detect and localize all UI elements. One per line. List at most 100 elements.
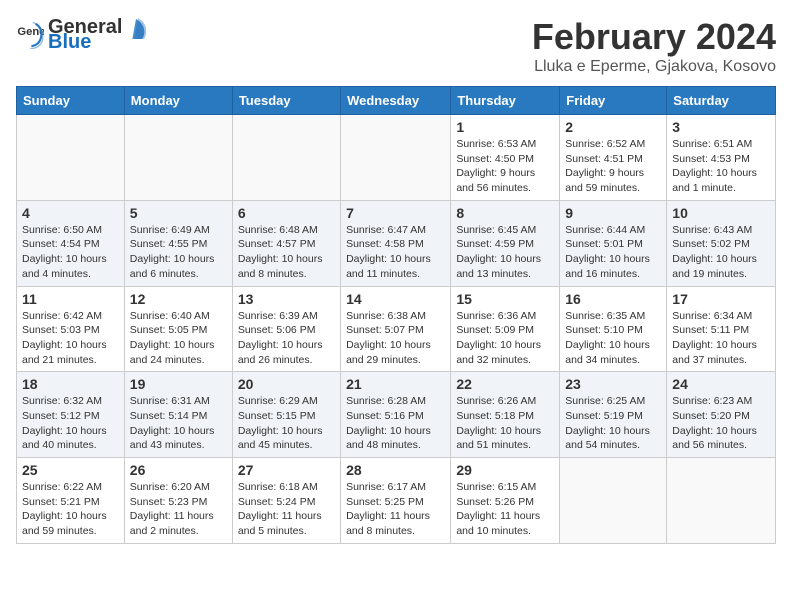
day-number: 21 bbox=[346, 376, 445, 392]
calendar-cell: 19Sunrise: 6:31 AM Sunset: 5:14 PM Dayli… bbox=[124, 372, 232, 458]
day-number: 26 bbox=[130, 462, 227, 478]
day-number: 27 bbox=[238, 462, 335, 478]
calendar-cell bbox=[341, 115, 451, 201]
day-number: 10 bbox=[672, 205, 770, 221]
calendar-cell: 26 Sunrise: 6:20 AM Sunset: 5:23 PM Dayli… bbox=[124, 458, 232, 544]
day-info: Sunrise: 6:18 AM Sunset: 5:24 PM Dayligh… bbox=[238, 480, 335, 539]
calendar-cell: 13 Sunrise: 6:39 AM Sunset: 5:06 PM Dayli… bbox=[232, 286, 340, 372]
calendar-cell: 16 Sunrise: 6:35 AM Sunset: 5:10 PM Dayli… bbox=[560, 286, 667, 372]
day-info: Sunrise: 6:49 AM Sunset: 4:55 PM Dayligh… bbox=[130, 223, 227, 282]
day-info: Sunrise: 6:40 AM Sunset: 5:05 PM Dayligh… bbox=[130, 309, 227, 368]
logo-icon: General bbox=[16, 21, 44, 49]
day-header-wednesday: Wednesday bbox=[341, 87, 451, 115]
calendar-cell: 12Sunrise: 6:40 AM Sunset: 5:05 PM Dayli… bbox=[124, 286, 232, 372]
calendar-week-row: 11 Sunrise: 6:42 AM Sunset: 5:03 PM Dayli… bbox=[17, 286, 776, 372]
day-info: Sunrise: 6:20 AM Sunset: 5:23 PM Dayligh… bbox=[130, 480, 227, 539]
day-header-thursday: Thursday bbox=[451, 87, 560, 115]
day-info: Sunrise: 6:38 AM Sunset: 5:07 PM Dayligh… bbox=[346, 309, 445, 368]
calendar-cell: 4Sunrise: 6:50 AM Sunset: 4:54 PM Daylig… bbox=[17, 200, 125, 286]
day-header-sunday: Sunday bbox=[17, 87, 125, 115]
calendar-week-row: 18 Sunrise: 6:32 AM Sunset: 5:12 PM Dayli… bbox=[17, 372, 776, 458]
day-header-friday: Friday bbox=[560, 87, 667, 115]
calendar-cell: 6 Sunrise: 6:48 AM Sunset: 4:57 PM Daylig… bbox=[232, 200, 340, 286]
day-number: 24 bbox=[672, 376, 770, 392]
day-number: 5 bbox=[130, 205, 227, 221]
day-info: Sunrise: 6:48 AM Sunset: 4:57 PM Dayligh… bbox=[238, 223, 335, 282]
day-info: Sunrise: 6:35 AM Sunset: 5:10 PM Dayligh… bbox=[565, 309, 661, 368]
calendar-week-row: 4Sunrise: 6:50 AM Sunset: 4:54 PM Daylig… bbox=[17, 200, 776, 286]
day-number: 25 bbox=[22, 462, 119, 478]
calendar-cell: 11 Sunrise: 6:42 AM Sunset: 5:03 PM Dayli… bbox=[17, 286, 125, 372]
calendar-cell: 8 Sunrise: 6:45 AM Sunset: 4:59 PM Daylig… bbox=[451, 200, 560, 286]
day-info: Sunrise: 6:34 AM Sunset: 5:11 PM Dayligh… bbox=[672, 309, 770, 368]
day-number: 16 bbox=[565, 291, 661, 307]
day-number: 20 bbox=[238, 376, 335, 392]
calendar-week-row: 1 Sunrise: 6:53 AM Sunset: 4:50 PM Daylig… bbox=[17, 115, 776, 201]
day-info: Sunrise: 6:43 AM Sunset: 5:02 PM Dayligh… bbox=[672, 223, 770, 282]
day-number: 8 bbox=[456, 205, 554, 221]
calendar-cell: 29 Sunrise: 6:15 AM Sunset: 5:26 PM Dayli… bbox=[451, 458, 560, 544]
calendar-cell bbox=[560, 458, 667, 544]
day-info: Sunrise: 6:52 AM Sunset: 4:51 PM Dayligh… bbox=[565, 137, 661, 196]
day-number: 14 bbox=[346, 291, 445, 307]
calendar-cell: 15 Sunrise: 6:36 AM Sunset: 5:09 PM Dayli… bbox=[451, 286, 560, 372]
day-number: 7 bbox=[346, 205, 445, 221]
calendar-cell: 7 Sunrise: 6:47 AM Sunset: 4:58 PM Daylig… bbox=[341, 200, 451, 286]
day-info: Sunrise: 6:22 AM Sunset: 5:21 PM Dayligh… bbox=[22, 480, 119, 539]
calendar-cell: 14 Sunrise: 6:38 AM Sunset: 5:07 PM Dayli… bbox=[341, 286, 451, 372]
day-info: Sunrise: 6:45 AM Sunset: 4:59 PM Dayligh… bbox=[456, 223, 554, 282]
calendar-cell: 21 Sunrise: 6:28 AM Sunset: 5:16 PM Dayli… bbox=[341, 372, 451, 458]
day-number: 4 bbox=[22, 205, 119, 221]
day-info: Sunrise: 6:15 AM Sunset: 5:26 PM Dayligh… bbox=[456, 480, 554, 539]
calendar-cell: 28 Sunrise: 6:17 AM Sunset: 5:25 PM Dayli… bbox=[341, 458, 451, 544]
day-number: 11 bbox=[22, 291, 119, 307]
calendar-cell: 9 Sunrise: 6:44 AM Sunset: 5:01 PM Daylig… bbox=[560, 200, 667, 286]
day-number: 1 bbox=[456, 119, 554, 135]
calendar-cell: 24Sunrise: 6:23 AM Sunset: 5:20 PM Dayli… bbox=[667, 372, 776, 458]
day-info: Sunrise: 6:28 AM Sunset: 5:16 PM Dayligh… bbox=[346, 394, 445, 453]
calendar-cell: 23 Sunrise: 6:25 AM Sunset: 5:19 PM Dayli… bbox=[560, 372, 667, 458]
day-number: 13 bbox=[238, 291, 335, 307]
day-number: 29 bbox=[456, 462, 554, 478]
month-title: February 2024 bbox=[532, 16, 776, 58]
header: General General Blue February 2024 Lluka… bbox=[16, 16, 776, 76]
day-number: 28 bbox=[346, 462, 445, 478]
day-number: 22 bbox=[456, 376, 554, 392]
calendar-cell: 20 Sunrise: 6:29 AM Sunset: 5:15 PM Dayli… bbox=[232, 372, 340, 458]
day-info: Sunrise: 6:53 AM Sunset: 4:50 PM Dayligh… bbox=[456, 137, 554, 196]
day-number: 3 bbox=[672, 119, 770, 135]
day-info: Sunrise: 6:36 AM Sunset: 5:09 PM Dayligh… bbox=[456, 309, 554, 368]
day-info: Sunrise: 6:29 AM Sunset: 5:15 PM Dayligh… bbox=[238, 394, 335, 453]
day-number: 23 bbox=[565, 376, 661, 392]
calendar-cell: 1 Sunrise: 6:53 AM Sunset: 4:50 PM Daylig… bbox=[451, 115, 560, 201]
calendar-table: SundayMondayTuesdayWednesdayThursdayFrid… bbox=[16, 86, 776, 544]
day-number: 18 bbox=[22, 376, 119, 392]
day-number: 17 bbox=[672, 291, 770, 307]
day-number: 2 bbox=[565, 119, 661, 135]
day-info: Sunrise: 6:42 AM Sunset: 5:03 PM Dayligh… bbox=[22, 309, 119, 368]
day-info: Sunrise: 6:17 AM Sunset: 5:25 PM Dayligh… bbox=[346, 480, 445, 539]
day-header-saturday: Saturday bbox=[667, 87, 776, 115]
calendar-week-row: 25 Sunrise: 6:22 AM Sunset: 5:21 PM Dayli… bbox=[17, 458, 776, 544]
day-number: 6 bbox=[238, 205, 335, 221]
calendar-cell: 18 Sunrise: 6:32 AM Sunset: 5:12 PM Dayli… bbox=[17, 372, 125, 458]
day-info: Sunrise: 6:44 AM Sunset: 5:01 PM Dayligh… bbox=[565, 223, 661, 282]
logo-flag-icon bbox=[124, 17, 146, 39]
calendar-header-row: SundayMondayTuesdayWednesdayThursdayFrid… bbox=[17, 87, 776, 115]
location-title: Lluka e Eperme, Gjakova, Kosovo bbox=[532, 58, 776, 76]
logo: General General Blue bbox=[16, 16, 146, 54]
calendar-cell: 22 Sunrise: 6:26 AM Sunset: 5:18 PM Dayli… bbox=[451, 372, 560, 458]
day-header-monday: Monday bbox=[124, 87, 232, 115]
calendar-cell bbox=[667, 458, 776, 544]
day-info: Sunrise: 6:32 AM Sunset: 5:12 PM Dayligh… bbox=[22, 394, 119, 453]
day-info: Sunrise: 6:39 AM Sunset: 5:06 PM Dayligh… bbox=[238, 309, 335, 368]
day-number: 9 bbox=[565, 205, 661, 221]
day-number: 15 bbox=[456, 291, 554, 307]
calendar-cell: 3 Sunrise: 6:51 AM Sunset: 4:53 PM Daylig… bbox=[667, 115, 776, 201]
day-info: Sunrise: 6:26 AM Sunset: 5:18 PM Dayligh… bbox=[456, 394, 554, 453]
day-info: Sunrise: 6:51 AM Sunset: 4:53 PM Dayligh… bbox=[672, 137, 770, 196]
day-info: Sunrise: 6:31 AM Sunset: 5:14 PM Dayligh… bbox=[130, 394, 227, 453]
day-info: Sunrise: 6:25 AM Sunset: 5:19 PM Dayligh… bbox=[565, 394, 661, 453]
calendar-cell: 5 Sunrise: 6:49 AM Sunset: 4:55 PM Daylig… bbox=[124, 200, 232, 286]
day-info: Sunrise: 6:47 AM Sunset: 4:58 PM Dayligh… bbox=[346, 223, 445, 282]
